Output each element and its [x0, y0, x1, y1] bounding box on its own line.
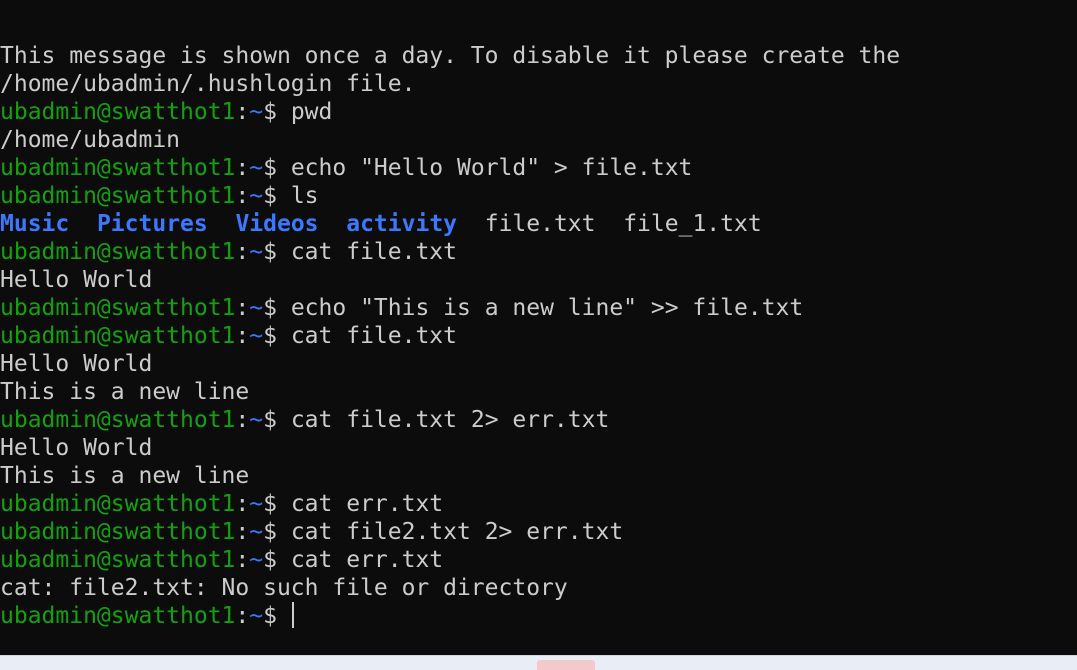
prompt-user-host: ubadmin@swatthot1 — [0, 183, 236, 209]
prompt-separator: : — [235, 491, 250, 517]
prompt-user-host: ubadmin@swatthot1 — [0, 323, 236, 349]
output-line: This message is shown once a day. To dis… — [0, 43, 901, 69]
output-line: Hello World — [0, 351, 153, 377]
command-text: cat err.txt — [290, 547, 444, 573]
output-line: This is a new line — [0, 463, 250, 489]
output-line: This is a new line — [0, 379, 250, 405]
prompt-separator: : — [235, 407, 250, 433]
prompt-symbol: $ — [263, 407, 291, 433]
prompt-symbol: $ — [263, 519, 291, 545]
text-cursor — [291, 602, 294, 628]
prompt-line: ubadmin@swatthot1:~$ cat err.txt — [0, 546, 900, 574]
ls-gap — [208, 211, 236, 237]
output-line: cat: file2.txt: No such file or director… — [0, 575, 568, 601]
prompt-user-host: ubadmin@swatthot1 — [0, 519, 236, 545]
active-prompt-line: ubadmin@swatthot1:~$ — [0, 602, 900, 630]
prompt-line: ubadmin@swatthot1:~$ cat file.txt — [0, 322, 900, 350]
prompt-symbol: $ — [263, 155, 291, 181]
command-text: pwd — [290, 99, 333, 125]
prompt-line: ubadmin@swatthot1:~$ echo "Hello World" … — [0, 154, 900, 182]
prompt-user-host: ubadmin@swatthot1 — [0, 295, 236, 321]
prompt-separator: : — [235, 323, 250, 349]
prompt-path: ~ — [249, 295, 264, 321]
prompt-line: ubadmin@swatthot1:~$ cat err.txt — [0, 490, 900, 518]
prompt-line: ubadmin@swatthot1:~$ cat file2.txt 2> er… — [0, 518, 900, 546]
directory-entry: activity — [346, 211, 458, 237]
prompt-line: ubadmin@swatthot1:~$ ls — [0, 182, 900, 210]
command-text: cat file2.txt 2> err.txt — [290, 519, 624, 545]
command-text: cat file.txt — [290, 323, 457, 349]
prompt-path: ~ — [249, 491, 264, 517]
terminal-window[interactable]: This message is shown once a day. To dis… — [0, 0, 1077, 655]
ls-output-line: Music Pictures Videos activity file.txt … — [0, 210, 900, 238]
prompt-path: ~ — [249, 603, 264, 629]
command-text: echo "Hello World" > file.txt — [290, 155, 693, 181]
taskbar — [0, 655, 1077, 670]
command-text: cat err.txt — [290, 491, 444, 517]
ls-gap — [457, 211, 485, 237]
prompt-separator: : — [235, 547, 250, 573]
prompt-user-host: ubadmin@swatthot1 — [0, 155, 236, 181]
prompt-line: ubadmin@swatthot1:~$ cat file.txt 2> err… — [0, 406, 900, 434]
prompt-line: ubadmin@swatthot1:~$ echo "This is a new… — [0, 294, 900, 322]
prompt-path: ~ — [249, 155, 264, 181]
prompt-symbol: $ — [263, 99, 291, 125]
prompt-separator: : — [235, 239, 250, 265]
prompt-user-host: ubadmin@swatthot1 — [0, 603, 236, 629]
terminal-output: This message is shown once a day. To dis… — [0, 42, 900, 630]
prompt-symbol: $ — [263, 295, 291, 321]
prompt-separator: : — [235, 183, 250, 209]
prompt-user-host: ubadmin@swatthot1 — [0, 99, 236, 125]
ls-gap — [596, 211, 624, 237]
prompt-user-host: ubadmin@swatthot1 — [0, 407, 236, 433]
output-line: Hello World — [0, 435, 153, 461]
prompt-path: ~ — [249, 239, 264, 265]
prompt-user-host: ubadmin@swatthot1 — [0, 491, 236, 517]
output-line: /home/ubadmin — [0, 127, 181, 153]
prompt-line: ubadmin@swatthot1:~$ cat file.txt — [0, 238, 900, 266]
command-text: cat file.txt — [290, 239, 457, 265]
ls-gap — [69, 211, 97, 237]
command-text: ls — [290, 183, 319, 209]
output-line: /home/ubadmin/.hushlogin file. — [0, 71, 416, 97]
prompt-symbol: $ — [263, 239, 291, 265]
prompt-separator: : — [235, 519, 250, 545]
directory-entry: Pictures — [96, 211, 208, 237]
prompt-symbol: $ — [263, 323, 291, 349]
directory-entry: Videos — [235, 211, 319, 237]
prompt-path: ~ — [249, 407, 264, 433]
prompt-line: ubadmin@swatthot1:~$ pwd — [0, 98, 900, 126]
prompt-separator: : — [235, 155, 250, 181]
prompt-symbol: $ — [263, 603, 291, 629]
prompt-user-host: ubadmin@swatthot1 — [0, 547, 236, 573]
file-entry: file.txt — [484, 211, 596, 237]
output-line: Hello World — [0, 267, 153, 293]
prompt-path: ~ — [249, 99, 264, 125]
prompt-user-host: ubadmin@swatthot1 — [0, 239, 236, 265]
prompt-path: ~ — [249, 323, 264, 349]
prompt-path: ~ — [249, 183, 264, 209]
prompt-separator: : — [235, 295, 250, 321]
prompt-separator: : — [235, 99, 250, 125]
prompt-path: ~ — [249, 519, 264, 545]
command-text: echo "This is a new line" >> file.txt — [290, 295, 804, 321]
prompt-path: ~ — [249, 547, 264, 573]
prompt-separator: : — [235, 603, 250, 629]
command-text: cat file.txt 2> err.txt — [290, 407, 610, 433]
file-entry: file_1.txt — [623, 211, 762, 237]
ls-gap — [319, 211, 347, 237]
prompt-symbol: $ — [263, 491, 291, 517]
prompt-symbol: $ — [263, 547, 291, 573]
prompt-symbol: $ — [263, 183, 291, 209]
directory-entry: Music — [0, 211, 70, 237]
